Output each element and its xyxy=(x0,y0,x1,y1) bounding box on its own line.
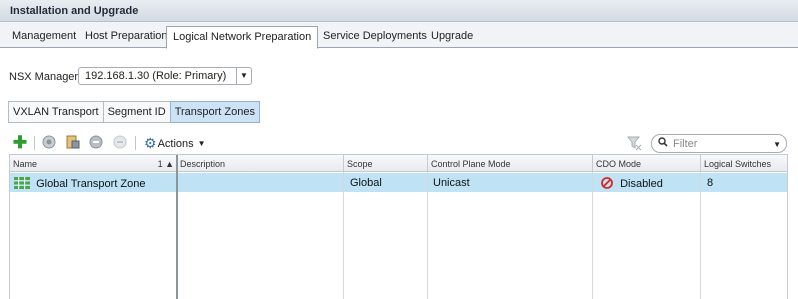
subtab-vxlan-transport[interactable]: VXLAN Transport xyxy=(8,101,103,123)
toolbar-divider xyxy=(34,136,35,150)
cell-cdo-mode: Disabled xyxy=(593,173,701,192)
sort-indicator[interactable]: 1 ▲ xyxy=(158,159,174,169)
cell-logical-switches: 8 xyxy=(707,177,714,189)
chevron-down-icon[interactable]: ▼ xyxy=(236,68,251,84)
filter-placeholder: Filter xyxy=(673,138,698,150)
tab-service-deployments[interactable]: Service Deployments xyxy=(317,27,433,48)
subtab-transport-zones[interactable]: Transport Zones xyxy=(169,101,260,123)
actions-label: Actions xyxy=(157,137,194,150)
disconnect-icon[interactable] xyxy=(88,135,104,151)
column-header-cdo-mode[interactable]: CDO Mode xyxy=(593,155,701,172)
chevron-down-icon[interactable]: ▼ xyxy=(773,140,781,149)
grid-header: Name 1 ▲ Description Scope Control Plane… xyxy=(10,155,787,172)
frozen-column-splitter[interactable] xyxy=(176,155,178,299)
tab-logical-network-preparation[interactable]: Logical Network Preparation xyxy=(166,26,319,49)
cell-description xyxy=(177,173,344,192)
transport-zone-icon xyxy=(14,177,30,192)
subtab-segment-id[interactable]: Segment ID xyxy=(102,101,170,123)
column-header-logical-switches[interactable]: Logical Switches xyxy=(701,155,787,172)
caret-down-icon: ▼ xyxy=(197,139,206,148)
actions-gear-icon: ⚙ xyxy=(144,135,157,151)
nsx-manager-value: 192.168.1.30 (Role: Primary) xyxy=(85,70,227,82)
nsx-manager-label: NSX Manager: xyxy=(9,71,82,83)
search-icon xyxy=(658,137,668,150)
properties-icon[interactable] xyxy=(64,135,80,151)
transport-zones-grid: Name 1 ▲ Description Scope Control Plane… xyxy=(9,154,788,299)
cell-scope: Global xyxy=(350,177,382,189)
panel-title: Installation and Upgrade xyxy=(0,0,798,22)
clear-filter-icon[interactable] xyxy=(626,135,642,151)
column-name-label: Name xyxy=(13,159,38,169)
cell-control-plane-mode: Unicast xyxy=(433,177,470,189)
filter-input[interactable]: Filter ▼ xyxy=(651,134,787,153)
toolbar-divider xyxy=(135,136,136,150)
remove-icon[interactable] xyxy=(112,135,128,151)
column-divider xyxy=(592,172,593,299)
column-header-control-plane-mode[interactable]: Control Plane Mode xyxy=(428,155,593,172)
column-header-description[interactable]: Description xyxy=(177,155,344,172)
disabled-icon xyxy=(601,177,613,192)
cdo-mode-value: Disabled xyxy=(620,178,663,190)
connect-icon[interactable] xyxy=(41,135,57,151)
actions-menu-button[interactable]: ⚙ Actions ▼ xyxy=(144,135,206,152)
column-divider xyxy=(427,172,428,299)
tab-upgrade[interactable]: Upgrade xyxy=(425,27,479,48)
column-divider xyxy=(343,172,344,299)
cell-name: Global Transport Zone xyxy=(10,173,177,192)
grid-toolbar: ✚ ⚙ Actions ▼ Filter ▼ xyxy=(10,133,790,153)
column-divider xyxy=(700,172,701,299)
zone-name: Global Transport Zone xyxy=(36,178,146,190)
table-row[interactable]: Global Transport Zone Global Unicast Dis… xyxy=(10,173,787,192)
main-tabs: Management Host Preparation Logical Netw… xyxy=(0,22,798,49)
nsx-manager-select[interactable]: 192.168.1.30 (Role: Primary) ▼ xyxy=(78,67,252,85)
tab-management[interactable]: Management xyxy=(6,27,82,48)
column-header-scope[interactable]: Scope xyxy=(344,155,428,172)
column-header-name[interactable]: Name 1 ▲ xyxy=(10,155,177,172)
add-icon[interactable]: ✚ xyxy=(12,134,28,151)
subtab-bar: VXLAN Transport Segment ID Transport Zon… xyxy=(8,101,260,123)
tab-host-preparation[interactable]: Host Preparation xyxy=(79,27,174,48)
